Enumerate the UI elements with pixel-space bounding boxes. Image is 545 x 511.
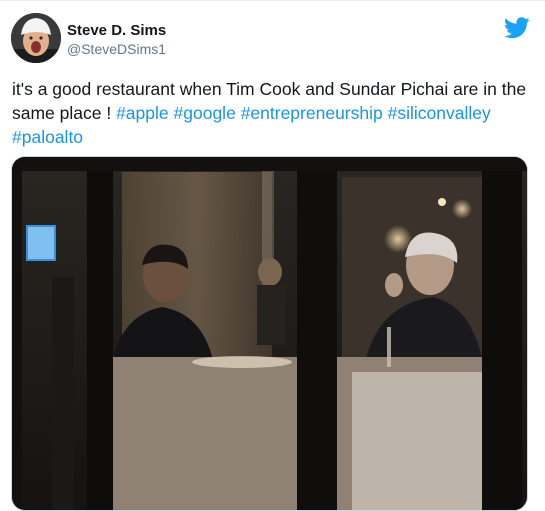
tweet-photo[interactable]	[11, 156, 528, 511]
tweet-card: Steve D. Sims @SteveDSims1 it's a good r…	[0, 0, 545, 511]
avatar[interactable]	[11, 13, 61, 63]
hashtag-paloalto-link[interactable]: #paloalto	[12, 127, 83, 147]
hashtag-entrepreneurship-link[interactable]: #entrepreneurship	[241, 103, 383, 123]
hashtag-siliconvalley-link[interactable]: #siliconvalley	[388, 103, 491, 123]
hashtag-google-link[interactable]: #google	[174, 103, 236, 123]
author-handle[interactable]: @SteveDSims1	[67, 41, 166, 57]
tweet-text: it's a good restaurant when Tim Cook and…	[12, 77, 532, 149]
author-display-name[interactable]: Steve D. Sims	[67, 22, 166, 39]
hashtag-apple-link[interactable]: #apple	[116, 103, 169, 123]
twitter-bird-icon[interactable]	[504, 17, 530, 39]
